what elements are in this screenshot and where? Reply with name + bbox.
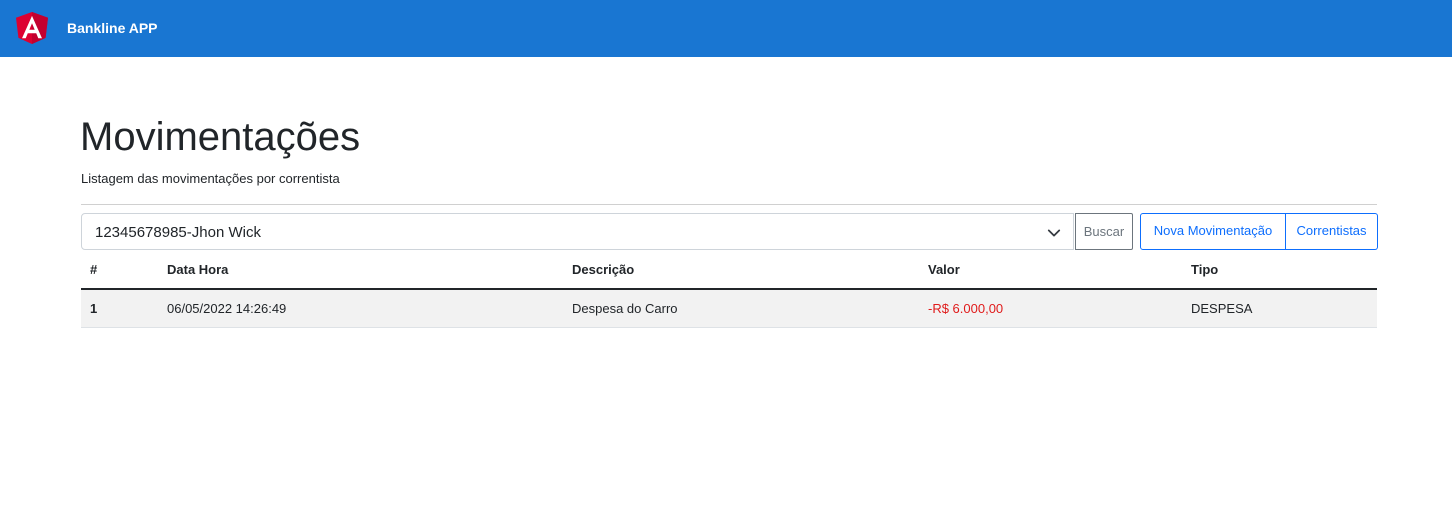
row-id: 1	[81, 289, 158, 328]
row-description: Despesa do Carro	[563, 289, 919, 328]
divider	[81, 204, 1377, 205]
angular-logo-icon[interactable]	[16, 11, 48, 45]
column-header-description: Descrição	[563, 251, 919, 290]
app-title[interactable]: Bankline APP	[67, 19, 158, 37]
new-movement-button[interactable]: Nova Movimentação	[1140, 213, 1286, 250]
correntista-select[interactable]: 12345678985-Jhon Wick	[81, 213, 1074, 250]
chevron-down-icon	[1047, 229, 1061, 237]
page-subtitle: Listagem das movimentações por correntis…	[81, 171, 340, 186]
column-header-datetime: Data Hora	[158, 251, 563, 290]
row-value: -R$ 6.000,00	[919, 289, 1182, 328]
holders-button[interactable]: Correntistas	[1286, 213, 1378, 250]
column-header-type: Tipo	[1182, 251, 1377, 290]
top-navbar: Bankline APP	[0, 0, 1452, 57]
search-button[interactable]: Buscar	[1075, 213, 1133, 250]
row-datetime: 06/05/2022 14:26:49	[158, 289, 563, 328]
column-header-id: #	[81, 251, 158, 290]
action-button-group: Nova Movimentação Correntistas	[1140, 213, 1378, 250]
column-header-value: Valor	[919, 251, 1182, 290]
table-header-row: # Data Hora Descrição Valor Tipo	[81, 251, 1377, 290]
page-title: Movimentações	[80, 115, 361, 159]
select-value: 12345678985-Jhon Wick	[95, 224, 261, 241]
table-row[interactable]: 1 06/05/2022 14:26:49 Despesa do Carro -…	[81, 289, 1377, 328]
movements-table: # Data Hora Descrição Valor Tipo 1 06/05…	[81, 251, 1377, 328]
row-type: DESPESA	[1182, 289, 1377, 328]
